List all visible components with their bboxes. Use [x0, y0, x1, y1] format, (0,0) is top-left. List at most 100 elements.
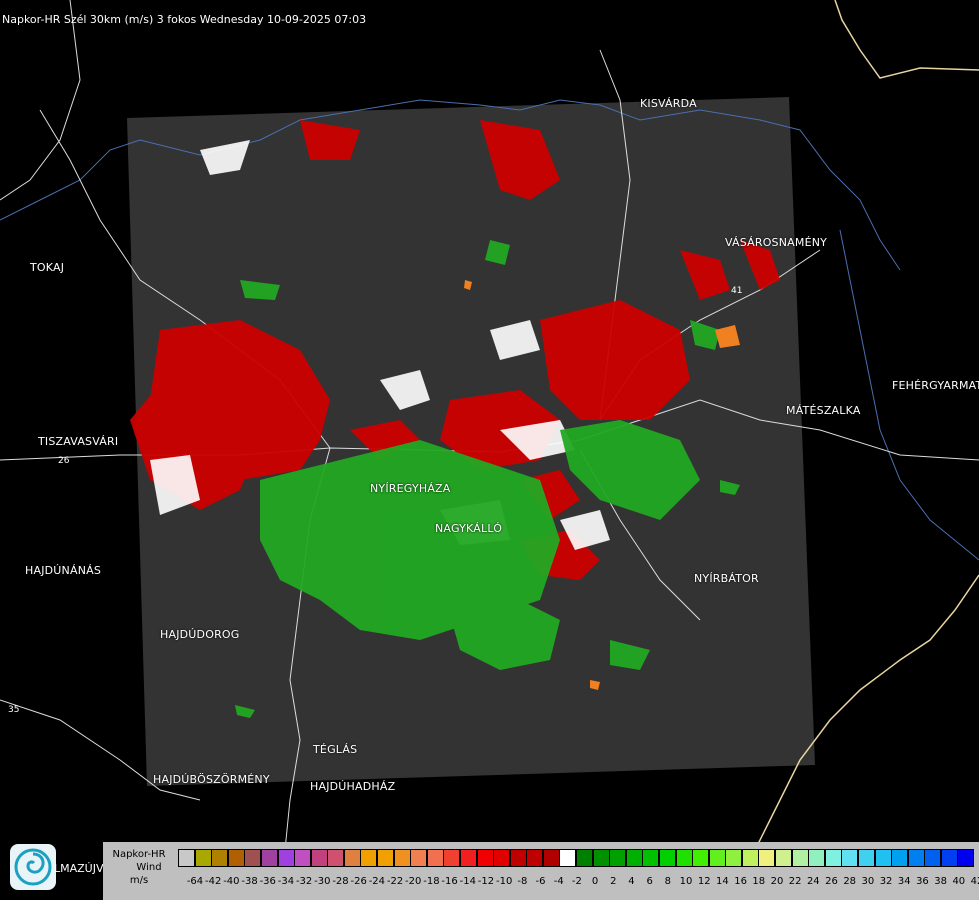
napkor-logo — [10, 844, 56, 890]
legend-tick: 16 — [734, 876, 747, 887]
legend-swatch — [808, 849, 826, 867]
legend-tick: -8 — [517, 876, 528, 887]
legend-swatch — [609, 849, 627, 867]
river-szamos — [839, 229, 979, 561]
legend-swatch — [211, 849, 229, 867]
legend-swatch — [791, 849, 809, 867]
legend-tick: 18 — [752, 876, 766, 887]
legend-swatch — [758, 849, 776, 867]
legend-tick: 14 — [716, 876, 729, 887]
legend-swatch — [476, 849, 494, 867]
legend-swatch — [940, 849, 958, 867]
legend-variable: Wind — [136, 862, 162, 873]
legend-swatch — [426, 849, 444, 867]
city-label-mateszalka: MÁTÉSZALKA — [786, 404, 861, 417]
legend-tick: 22 — [788, 876, 802, 887]
legend-tick: 4 — [628, 876, 635, 887]
legend-swatch — [459, 849, 477, 867]
legend-tick: -20 — [405, 876, 422, 887]
legend-label: Napkor-HR Wind m/s — [106, 848, 172, 887]
city-label-vasarosnameny: VÁSÁROSNAMÉNY — [725, 236, 828, 249]
legend-swatch — [526, 849, 544, 867]
legend-tick: 20 — [770, 876, 784, 887]
legend-tick: 24 — [806, 876, 820, 887]
legend-swatch — [542, 849, 560, 867]
country-border — [834, 0, 979, 79]
legend-tick: -36 — [259, 876, 276, 887]
legend-tick: -10 — [495, 876, 513, 887]
legend-swatch — [493, 849, 511, 867]
legend-swatch — [277, 849, 295, 867]
legend-tick: -14 — [459, 876, 476, 887]
legend-swatch — [343, 849, 361, 867]
legend-swatch — [957, 849, 975, 867]
legend-swatch — [642, 849, 660, 867]
city-label-teglas: TÉGLÁS — [313, 743, 358, 756]
legend-swatch — [857, 849, 875, 867]
legend-swatch — [874, 849, 892, 867]
city-label-nyiregyhaza: NYÍREGYHÁZA — [370, 482, 451, 495]
legend-tick: 2 — [610, 876, 617, 887]
legend-swatch — [924, 849, 942, 867]
legend-swatch — [891, 849, 909, 867]
legend-tick: -4 — [553, 876, 564, 887]
legend-tick: -18 — [423, 876, 440, 887]
radar-map: 26 41 35 — [0, 0, 979, 900]
city-label-tiszavasvari: TISZAVASVÁRI — [38, 435, 119, 448]
road-label-41: 41 — [731, 286, 742, 296]
legend-tick: -12 — [477, 876, 495, 887]
legend-tick: -22 — [386, 876, 404, 887]
legend-tick: 10 — [679, 876, 693, 887]
legend-tick: -42 — [205, 876, 222, 887]
city-label-hajdunanas: HAJDÚNÁNÁS — [25, 564, 102, 577]
city-label-tokaj: TOKAJ — [30, 261, 65, 274]
legend-tick: 34 — [897, 876, 911, 887]
legend-swatch — [741, 849, 759, 867]
legend-swatch — [410, 849, 428, 867]
legend-swatch — [675, 849, 693, 867]
legend-tick: -38 — [241, 876, 258, 887]
road-label-26: 26 — [58, 456, 70, 466]
legend-swatch — [310, 849, 328, 867]
legend-swatch — [194, 849, 212, 867]
legend-tick: 40 — [952, 876, 966, 887]
legend-swatch — [592, 849, 610, 867]
legend-swatch — [178, 849, 196, 867]
road-label-35: 35 — [8, 705, 19, 715]
legend-tick: -6 — [535, 876, 546, 887]
legend-tick: -64 — [186, 876, 204, 887]
legend-swatch — [260, 849, 278, 867]
legend-swatch — [227, 849, 245, 867]
legend-swatch — [443, 849, 461, 867]
legend-swatch — [377, 849, 395, 867]
legend-swatch — [327, 849, 345, 867]
swirl-logo-icon — [14, 848, 52, 886]
legend-tick: -34 — [277, 876, 295, 887]
legend-tick: 26 — [825, 876, 838, 887]
legend-swatch — [775, 849, 793, 867]
legend-tick: -2 — [571, 876, 582, 887]
legend-swatch — [708, 849, 726, 867]
legend-tick: 30 — [861, 876, 875, 887]
legend-tick: -28 — [332, 876, 349, 887]
legend-swatch — [625, 849, 643, 867]
city-label-nyirbator: NYÍRBÁTOR — [694, 572, 759, 585]
city-label-hajduboszormeny: HAJDÚBÖSZÖRMÉNY — [153, 773, 270, 786]
legend-tick: 42 — [970, 876, 979, 887]
legend-swatch — [841, 849, 859, 867]
legend-tick: -26 — [350, 876, 367, 887]
legend-swatch — [692, 849, 710, 867]
map-title: Napkor-HR Szél 30km (m/s) 3 fokos Wednes… — [2, 13, 367, 26]
legend-tick: -40 — [223, 876, 240, 887]
city-label-kisvarda: KISVÁRDA — [640, 97, 697, 110]
legend-source: Napkor-HR — [112, 849, 166, 860]
city-label-nagykallo: NAGYKÁLLÓ — [435, 522, 503, 535]
legend-swatch — [509, 849, 527, 867]
legend-swatch — [576, 849, 594, 867]
legend-tick: -30 — [314, 876, 331, 887]
legend-tick: 6 — [646, 876, 653, 887]
legend-tick: -24 — [368, 876, 386, 887]
legend-tick: 0 — [591, 876, 599, 887]
legend-tick: 8 — [664, 876, 672, 887]
legend-tick: 36 — [916, 876, 929, 887]
